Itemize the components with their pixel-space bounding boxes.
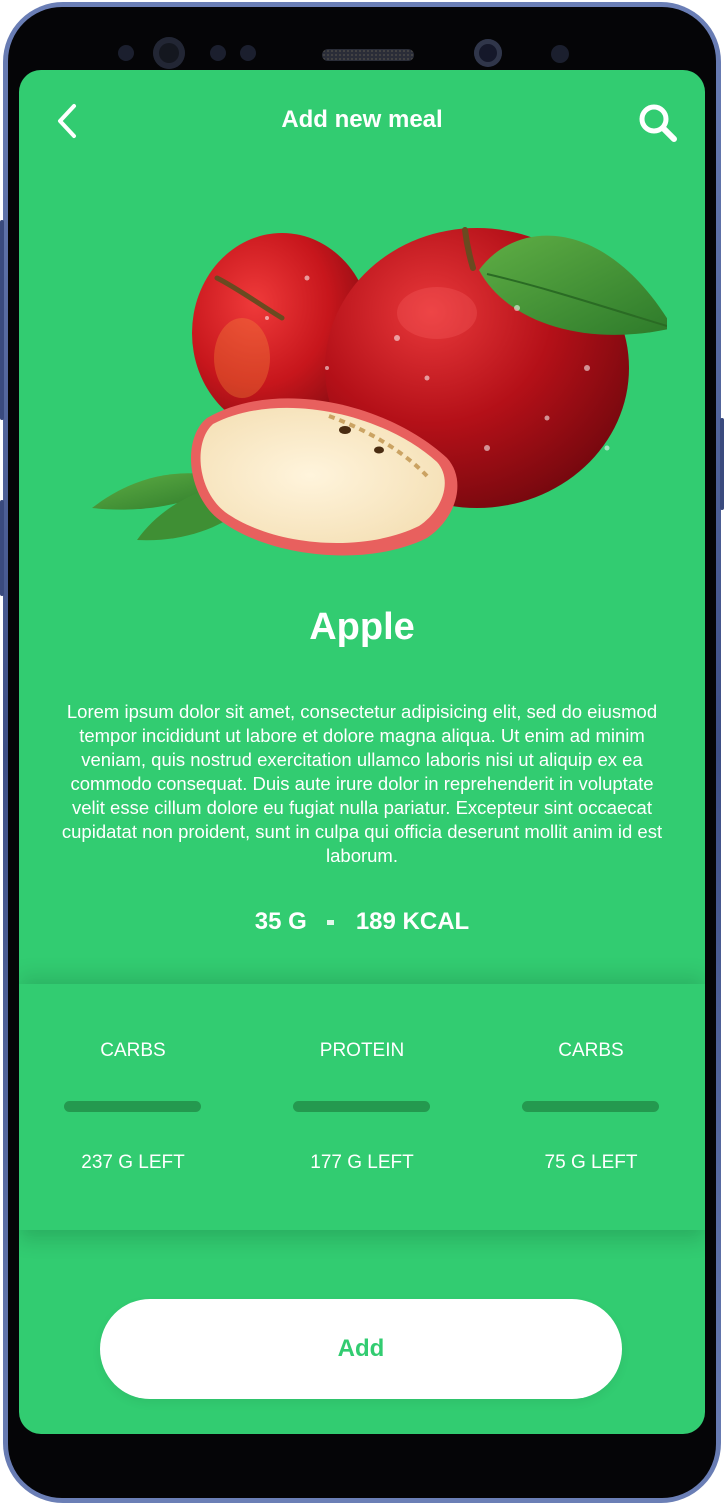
food-weight: 35 G bbox=[254, 908, 307, 935]
food-calories: 189 KCAL bbox=[355, 908, 470, 935]
sensor-dot bbox=[551, 45, 569, 63]
macro-progress-bar bbox=[293, 1101, 430, 1112]
macro-remaining: 75 G LEFT bbox=[544, 1152, 638, 1173]
app-screen: Add new meal Apple Lorem ipsum dolor sit… bbox=[19, 70, 705, 1434]
macro-item-carbs: CARBS 237 G LEFT bbox=[53, 984, 213, 1230]
page-title: Add new meal bbox=[281, 106, 443, 133]
iris-sensor bbox=[474, 39, 502, 67]
search-button[interactable] bbox=[637, 102, 681, 146]
separator-dot bbox=[326, 920, 334, 926]
macro-progress-bar bbox=[64, 1101, 201, 1112]
macro-label: PROTEIN bbox=[319, 1040, 405, 1061]
apple-image bbox=[92, 227, 667, 556]
macro-progress-bar bbox=[522, 1101, 659, 1112]
food-name: Apple bbox=[309, 606, 415, 648]
macro-label: CARBS bbox=[100, 1040, 166, 1061]
search-icon bbox=[639, 104, 677, 142]
power-button bbox=[0, 500, 4, 596]
macros-panel: CARBS 237 G LEFT PROTEIN 177 G LEFT CARB… bbox=[19, 984, 705, 1230]
front-camera bbox=[153, 37, 185, 69]
side-key bbox=[720, 418, 724, 510]
macro-item-carbs: CARBS 75 G LEFT bbox=[511, 984, 671, 1230]
volume-button bbox=[0, 220, 4, 420]
add-button[interactable]: Add bbox=[100, 1299, 622, 1399]
macro-label: CARBS bbox=[558, 1040, 624, 1061]
macro-remaining: 177 G LEFT bbox=[310, 1152, 414, 1173]
macro-remaining: 237 G LEFT bbox=[81, 1152, 185, 1173]
food-description: Lorem ipsum dolor sit amet, consectetur … bbox=[61, 701, 663, 866]
earpiece-speaker bbox=[322, 49, 414, 61]
nutrition-summary: 35 G 189 KCAL bbox=[19, 908, 705, 936]
sensor-dot bbox=[118, 45, 134, 61]
macro-item-protein: PROTEIN 177 G LEFT bbox=[282, 984, 442, 1230]
sensor-dot bbox=[240, 45, 256, 61]
sensor-dot bbox=[210, 45, 226, 61]
